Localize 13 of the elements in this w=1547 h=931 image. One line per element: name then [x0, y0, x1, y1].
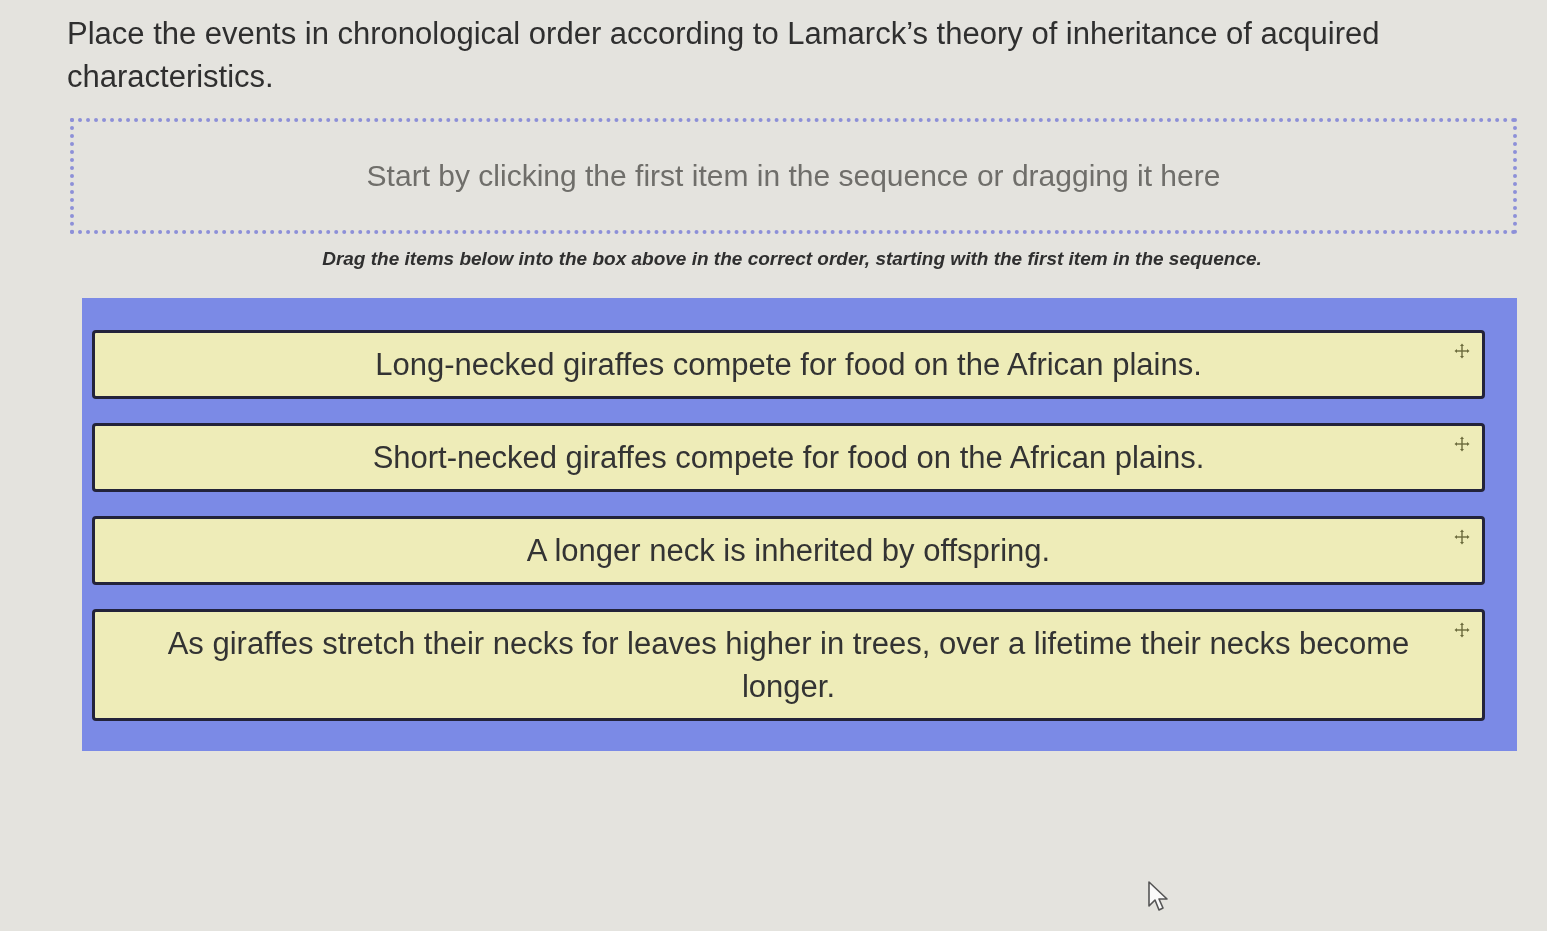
draggable-item[interactable]: As giraffes stretch their necks for leaves higher in trees, over a lifetime their necks become longer. — [92, 609, 1485, 721]
draggable-item[interactable]: A longer neck is inherited by offspring. — [92, 516, 1485, 585]
question-prompt: Place the events in chronological order according to Lamarck’s theory of inheritance of acquired characteristics. — [67, 15, 1381, 96]
move-handle-icon[interactable] — [1454, 529, 1470, 545]
draggable-item[interactable]: Long-necked giraffes compete for food on the African plains. — [92, 330, 1485, 399]
mouse-pointer-icon — [1147, 880, 1169, 912]
instruction-text: Drag the items below into the box above in the correct order, starting with the first item in the sequence. — [321, 248, 1263, 270]
answer-drop-zone[interactable]: Start by clicking the first item in the sequence or dragging it here — [70, 118, 1517, 234]
drop-zone-placeholder: Start by clicking the first item in the sequence or dragging it here — [366, 159, 1221, 193]
draggable-item[interactable]: Short-necked giraffes compete for food on the African plains. — [92, 423, 1485, 492]
move-handle-icon[interactable] — [1454, 343, 1470, 359]
move-handle-icon[interactable] — [1454, 622, 1470, 638]
move-handle-icon[interactable] — [1454, 436, 1470, 452]
